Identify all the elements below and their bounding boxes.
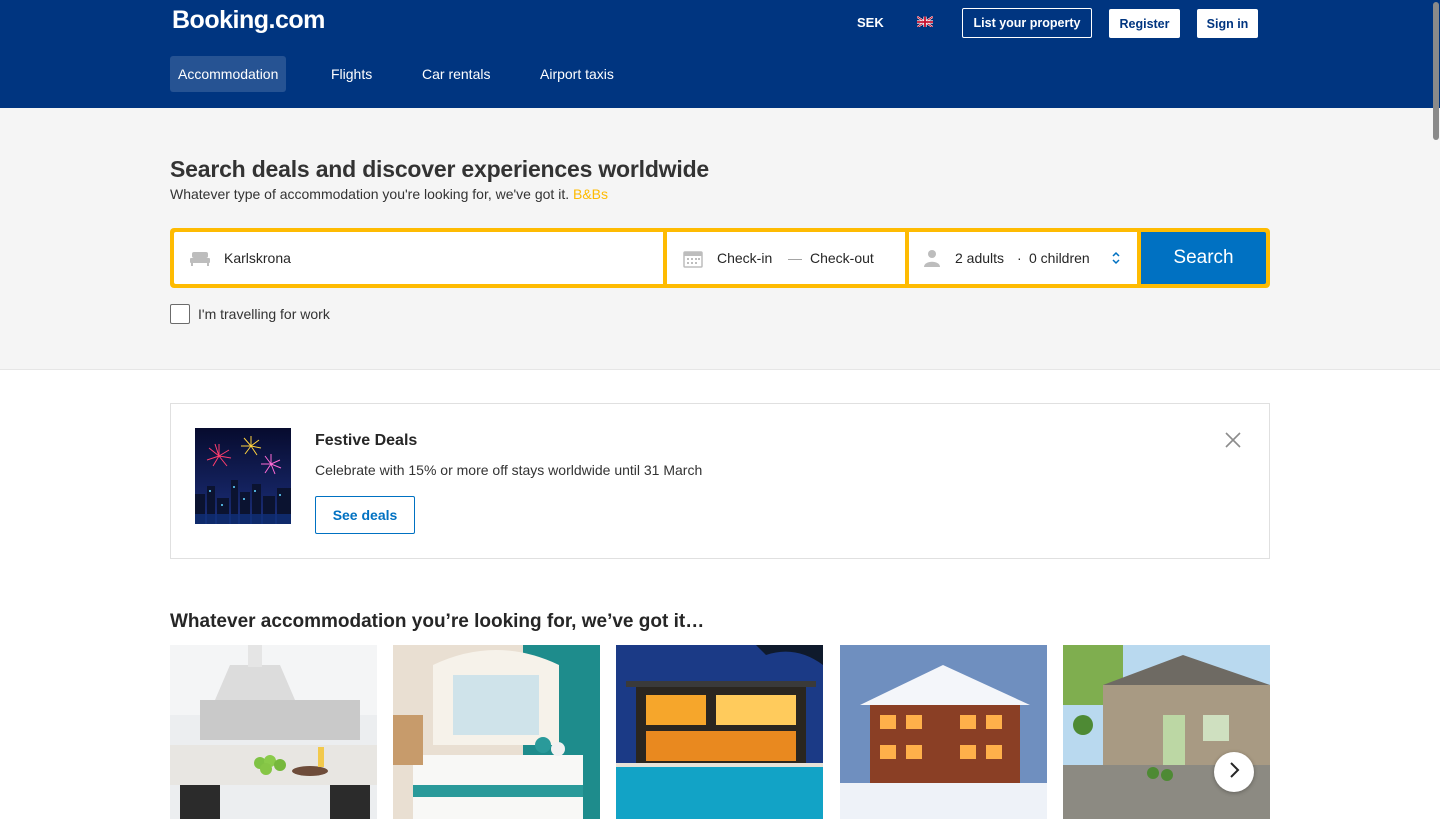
fireworks-image [195,428,291,524]
hero-subtitle-link[interactable]: B&Bs [573,186,608,202]
accommodation-section-title: Whatever accommodation you’re looking fo… [170,611,705,632]
booking-logo[interactable]: Booking.com [172,6,325,35]
hero-subtitle-text: Whatever type of accommodation you're lo… [170,186,570,202]
hero-subtitle: Whatever type of accommodation you're lo… [170,186,608,202]
check-out-input[interactable]: Check-out [810,250,874,266]
currency-selector[interactable]: SEK [857,15,884,30]
apartment-kitchen-image[interactable] [170,645,377,819]
nav-tab-airport-taxis[interactable]: Airport taxis [540,56,614,92]
search-hero: Search deals and discover experiences wo… [0,108,1440,370]
close-icon[interactable] [1223,430,1243,450]
guests-field[interactable]: 2 adults · 0 children [909,232,1137,284]
destination-field[interactable]: Karlskrona [174,232,663,284]
search-button[interactable]: Search [1141,232,1266,284]
logo-suffix: .com [268,6,326,34]
calendar-icon [683,250,703,273]
nav-tab-car-rentals[interactable]: Car rentals [422,56,490,92]
chevron-right-icon [1227,761,1241,783]
register-button[interactable]: Register [1109,9,1180,38]
banner-title: Festive Deals [315,432,418,449]
logo-text: Booking [172,6,269,34]
list-property-button[interactable]: List your property [962,8,1092,38]
cottage-garden-image[interactable] [1063,645,1270,819]
nav-tab-accommodation[interactable]: Accommodation [170,56,287,92]
destination-input[interactable]: Karlskrona [224,250,291,266]
bed-icon [190,250,210,271]
see-deals-button[interactable]: See deals [315,496,415,534]
festive-deals-banner: Festive Deals Celebrate with 15% or more… [170,403,1270,559]
work-travel-label[interactable]: I'm travelling for work [198,306,330,322]
work-travel-checkbox[interactable] [170,304,190,324]
check-in-input[interactable]: Check-in [717,250,772,266]
banner-text: Celebrate with 15% or more off stays wor… [315,462,703,478]
sign-in-button[interactable]: Sign in [1197,9,1258,38]
children-count: 0 children [1029,250,1090,266]
hero-title: Search deals and discover experiences wo… [170,156,710,182]
uk-flag-icon[interactable] [917,15,933,27]
villa-pool-image[interactable] [616,645,823,819]
page-scrollbar[interactable] [1432,0,1440,819]
person-icon [923,249,941,272]
date-separator: — [788,250,802,266]
site-header: Booking.com SEK List your property Regis… [0,0,1440,108]
hotel-room-image[interactable] [393,645,600,819]
chalet-snow-image[interactable] [840,645,1047,819]
guest-separator: · [1017,250,1022,266]
adults-count: 2 adults [955,250,1005,266]
chevron-up-down-icon [1111,251,1121,270]
dates-field[interactable]: Check-in — Check-out [667,232,905,284]
search-bar: Karlskrona Check-in — Check-out 2 adults… [170,228,1270,288]
nav-tab-flights[interactable]: Flights [331,56,372,92]
carousel-next-button[interactable] [1214,752,1254,792]
scrollbar-thumb[interactable] [1433,2,1439,140]
